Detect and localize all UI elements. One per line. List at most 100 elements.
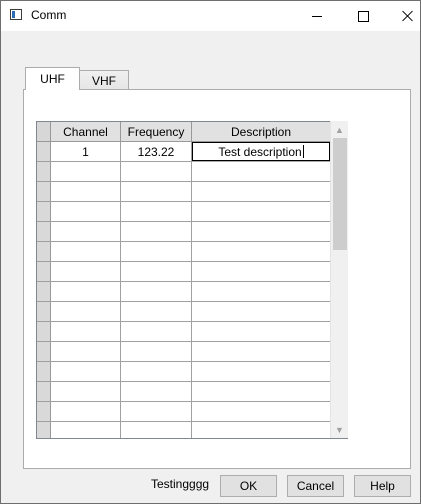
frequency-cell[interactable] [121,242,192,262]
frequency-cell[interactable]: 123.22 [121,142,192,162]
window-app-icon [10,9,22,20]
table-row[interactable] [37,282,331,302]
description-cell[interactable] [192,382,331,402]
table-row[interactable] [37,322,331,342]
description-cell[interactable] [192,262,331,282]
row-header[interactable] [37,182,51,202]
table-row[interactable] [37,222,331,242]
table-row[interactable] [37,402,331,422]
tab-vhf[interactable]: VHF [79,70,129,90]
help-button[interactable]: Help [354,475,411,497]
frequency-cell[interactable] [121,162,192,182]
description-cell[interactable] [192,302,331,322]
frequency-cell[interactable] [121,202,192,222]
frequency-cell[interactable] [121,222,192,242]
table-row[interactable]: 1 123.22 Test description [37,142,331,162]
frequency-cell[interactable] [121,282,192,302]
row-header[interactable] [37,362,51,382]
frequency-cell[interactable] [121,342,192,362]
row-header[interactable] [37,422,51,438]
title-bar[interactable]: Comm [1,1,420,31]
description-cell-text: Test description [218,144,302,159]
row-header[interactable] [37,242,51,262]
row-header[interactable] [37,402,51,422]
description-cell[interactable] [192,402,331,422]
frequency-cell[interactable] [121,182,192,202]
channel-cell[interactable] [51,242,121,262]
channel-cell[interactable] [51,202,121,222]
channel-cell[interactable] [51,302,121,322]
table-row[interactable] [37,342,331,362]
row-header[interactable] [37,342,51,362]
channel-cell[interactable] [51,162,121,182]
column-header-channel[interactable]: Channel [51,122,121,142]
select-all-corner[interactable] [37,122,51,142]
frequency-cell[interactable] [121,382,192,402]
channel-grid[interactable]: Channel Frequency Description 1 123.22 T… [36,121,348,439]
description-cell[interactable] [192,202,331,222]
column-header-description[interactable]: Description [192,122,331,142]
comm-window: Comm UHF VHF Channel Frequency Descripti… [0,0,421,504]
description-cell[interactable] [192,222,331,242]
row-header[interactable] [37,162,51,182]
table-row[interactable] [37,302,331,322]
table-row[interactable] [37,162,331,182]
scroll-down-arrow-icon[interactable]: ▼ [331,421,348,438]
maximize-icon [357,10,369,22]
row-header[interactable] [37,142,51,162]
frequency-cell[interactable] [121,422,192,438]
table-row[interactable] [37,182,331,202]
description-cell[interactable] [192,342,331,362]
description-cell[interactable] [192,242,331,262]
grid-vertical-scrollbar[interactable]: ▲ ▼ [330,121,348,438]
channel-cell[interactable] [51,362,121,382]
row-header[interactable] [37,282,51,302]
tab-uhf[interactable]: UHF [25,67,80,90]
cancel-button[interactable]: Cancel [287,475,344,497]
table-row[interactable] [37,262,331,282]
row-header[interactable] [37,202,51,222]
channel-cell[interactable] [51,422,121,438]
row-header[interactable] [37,382,51,402]
scrollbar-thumb[interactable] [333,138,347,250]
table-row[interactable] [37,242,331,262]
row-header[interactable] [37,262,51,282]
frequency-cell[interactable] [121,262,192,282]
row-header[interactable] [37,302,51,322]
channel-cell[interactable]: 1 [51,142,121,162]
channel-cell[interactable] [51,402,121,422]
description-cell[interactable] [192,182,331,202]
scroll-up-arrow-icon[interactable]: ▲ [331,121,348,138]
description-cell[interactable] [192,162,331,182]
description-cell[interactable] [192,282,331,302]
row-header[interactable] [37,222,51,242]
channel-cell[interactable] [51,182,121,202]
window-title: Comm [31,8,67,22]
channel-cell[interactable] [51,342,121,362]
table-row[interactable] [37,362,331,382]
frequency-cell[interactable] [121,322,192,342]
maximize-button[interactable] [340,1,386,31]
minimize-button[interactable] [294,1,340,31]
channel-cell[interactable] [51,262,121,282]
frequency-cell[interactable] [121,402,192,422]
description-cell[interactable] [192,422,331,438]
table-row[interactable] [37,382,331,402]
column-header-frequency[interactable]: Frequency [121,122,192,142]
description-cell-editing[interactable]: Test description [192,142,330,161]
channel-cell[interactable] [51,222,121,242]
row-header[interactable] [37,322,51,342]
table-row[interactable] [37,202,331,222]
close-button[interactable] [385,1,421,31]
channel-cell[interactable] [51,382,121,402]
channel-cell[interactable] [51,322,121,342]
frequency-cell[interactable] [121,362,192,382]
channel-cell[interactable] [51,282,121,302]
minimize-icon [312,15,322,17]
frequency-cell[interactable] [121,302,192,322]
text-caret [302,145,304,158]
description-cell[interactable] [192,322,331,342]
ok-button[interactable]: OK [220,475,277,497]
description-cell[interactable] [192,362,331,382]
table-row[interactable] [37,422,331,438]
